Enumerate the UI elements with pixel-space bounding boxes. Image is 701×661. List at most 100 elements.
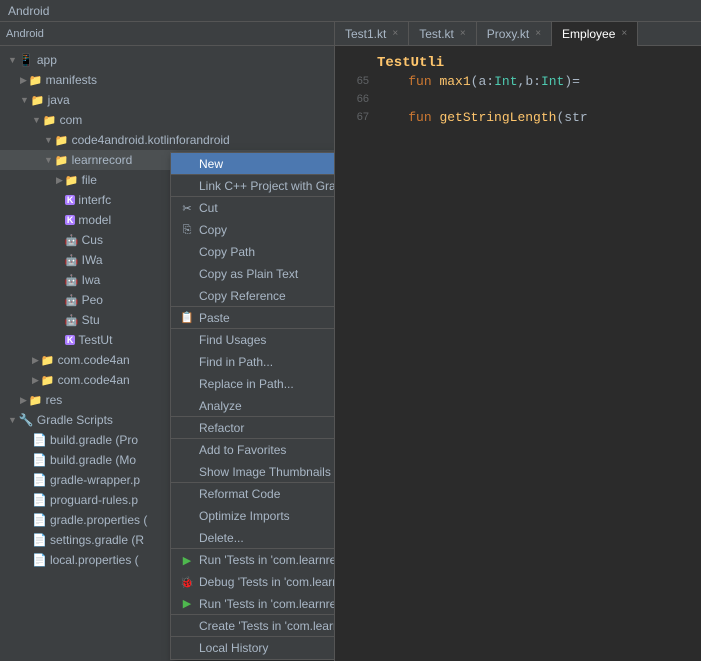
android-icon: 🤖 <box>65 274 79 287</box>
menu-label: Create 'Tests in 'com.learnrecord''... <box>199 619 335 633</box>
expand-arrow: ▶ <box>20 75 27 86</box>
expand-arrow: ▼ <box>32 115 41 125</box>
tree-item-app[interactable]: ▼ 📱 app <box>0 50 334 70</box>
tab-label: Test1.kt <box>345 27 386 41</box>
gradle-icon: 📄 <box>32 553 47 567</box>
menu-label: Cut <box>199 201 218 215</box>
gradle-icon: 📄 <box>32 473 47 487</box>
tree-item-manifests[interactable]: ▶ 📁 manifests <box>0 70 334 90</box>
menu-label: Local History <box>199 641 268 655</box>
menu-label: Copy Path <box>199 245 255 259</box>
tree-label: local.properties ( <box>50 553 139 567</box>
menu-item-delete[interactable]: Delete... Delete <box>171 527 335 549</box>
menu-item-new[interactable]: New ▶ <box>171 153 335 175</box>
menu-label: Debug 'Tests in 'com.learnrecord'' <box>199 575 335 589</box>
menu-item-copy-path[interactable]: Copy Path Ctrl+Shift+C <box>171 241 335 263</box>
menu-item-thumbnails[interactable]: Show Image Thumbnails <box>171 461 335 483</box>
menu-item-run-coverage[interactable]: ▶ Run 'Tests in 'com.learnrecord'' with … <box>171 593 335 615</box>
menu-item-copy[interactable]: ⎘ Copy Ctrl+C <box>171 219 335 241</box>
editor-line-67: 67 fun getStringLength(str <box>335 108 701 126</box>
expand-arrow: ▼ <box>44 155 53 165</box>
line-num: 66 <box>339 93 369 105</box>
tree-label: com.code4an <box>58 353 130 367</box>
line-num: 67 <box>339 111 369 123</box>
tree-label: Gradle Scripts <box>37 413 113 427</box>
tree-label: settings.gradle (R <box>50 533 144 547</box>
expand-arrow: ▼ <box>8 55 17 65</box>
menu-item-refactor[interactable]: Refactor ▶ <box>171 417 335 439</box>
tab-close[interactable]: × <box>392 28 398 39</box>
tree-label: gradle.properties ( <box>50 513 147 527</box>
expand-arrow: ▶ <box>32 375 39 386</box>
tab-employee[interactable]: Employee × <box>552 22 638 46</box>
menu-item-create-tests[interactable]: Create 'Tests in 'com.learnrecord''... <box>171 615 335 637</box>
tab-close[interactable]: × <box>535 28 541 39</box>
menu-label: Run 'Tests in 'com.learnrecord'' with Co… <box>199 597 335 611</box>
expand-arrow: ▼ <box>20 95 29 105</box>
tree-label: file <box>82 173 97 187</box>
tab-close[interactable]: × <box>621 28 627 39</box>
copy-icon: ⎘ <box>179 224 195 237</box>
tab-test1[interactable]: Test1.kt × <box>335 22 409 46</box>
menu-label: Find Usages <box>199 333 266 347</box>
menu-label: Show Image Thumbnails <box>199 465 331 479</box>
tree-label: build.gradle (Mo <box>50 453 136 467</box>
tree-item-code4android[interactable]: ▼ 📁 code4android.kotlinforandroid <box>0 130 334 150</box>
title-bar-text: Android <box>8 4 49 18</box>
folder-icon: 📁 <box>41 354 55 367</box>
tree-label: app <box>37 53 57 67</box>
menu-label: Analyze <box>199 399 242 413</box>
android-icon: 🤖 <box>65 314 79 327</box>
expand-arrow: ▶ <box>32 355 39 366</box>
sidebar-header-label: Android <box>6 28 44 40</box>
tree-item-java[interactable]: ▼ 📁 java <box>0 90 334 110</box>
tree-label: build.gradle (Pro <box>50 433 138 447</box>
tree-item-com[interactable]: ▼ 📁 com <box>0 110 334 130</box>
tab-label: Employee <box>562 27 615 41</box>
line-code: TestUtli <box>377 55 444 71</box>
menu-item-find-usages[interactable]: Find Usages Ctrl+G <box>171 329 335 351</box>
tab-label: Test.kt <box>419 27 454 41</box>
menu-item-optimize[interactable]: Optimize Imports Ctrl+Alt+O <box>171 505 335 527</box>
menu-label: Copy <box>199 223 227 237</box>
tab-close[interactable]: × <box>460 28 466 39</box>
tree-label: com <box>60 113 83 127</box>
menu-item-replace-path[interactable]: Replace in Path... <box>171 373 335 395</box>
menu-item-favorites[interactable]: Add to Favorites <box>171 439 335 461</box>
editor-content: TestUtli 65 fun max1(a:Int,b:Int)= 66 67 <box>335 46 701 134</box>
menu-item-copy-plain[interactable]: Copy as Plain Text <box>171 263 335 285</box>
folder-icon: 📁 <box>41 374 55 387</box>
menu-item-link-cpp[interactable]: Link C++ Project with Gradle <box>171 175 335 197</box>
tree-label: interfc <box>78 193 111 207</box>
editor-area: Test1.kt × Test.kt × Proxy.kt × Employee… <box>335 22 701 661</box>
menu-item-paste[interactable]: 📋 Paste Ctrl+V <box>171 307 335 329</box>
menu-label: Copy Reference <box>199 289 286 303</box>
title-bar: Android <box>0 0 701 22</box>
menu-label: Link C++ Project with Gradle <box>199 179 335 193</box>
menu-label: Find in Path... <box>199 355 273 369</box>
tree-label: com.code4an <box>58 373 130 387</box>
tree-label: res <box>46 393 63 407</box>
editor-tabs: Test1.kt × Test.kt × Proxy.kt × Employee… <box>335 22 701 46</box>
tree-label: Cus <box>82 233 103 247</box>
menu-label: Add to Favorites <box>199 443 286 457</box>
editor-line-65: 65 fun max1(a:Int,b:Int)= <box>335 72 701 90</box>
paste-icon: 📋 <box>179 311 195 324</box>
menu-item-copy-ref[interactable]: Copy Reference Ctrl+Alt+Shift+C <box>171 285 335 307</box>
gradle-icon: 📄 <box>32 513 47 527</box>
tree-label: model <box>78 213 111 227</box>
menu-label: Refactor <box>199 421 244 435</box>
menu-item-local-history[interactable]: Local History ▶ <box>171 637 335 659</box>
tab-test[interactable]: Test.kt × <box>409 22 477 46</box>
menu-item-reformat[interactable]: Reformat Code Ctrl+Alt+L <box>171 483 335 505</box>
menu-label: Optimize Imports <box>199 509 290 523</box>
menu-item-debug-tests[interactable]: 🐞 Debug 'Tests in 'com.learnrecord'' <box>171 571 335 593</box>
sidebar: Android ▼ 📱 app ▶ 📁 manifests ▼ 📁 java <box>0 22 335 661</box>
menu-item-find-path[interactable]: Find in Path... Ctrl+H <box>171 351 335 373</box>
menu-item-analyze[interactable]: Analyze ▶ <box>171 395 335 417</box>
tab-proxy[interactable]: Proxy.kt × <box>477 22 552 46</box>
menu-item-cut[interactable]: ✂ Cut Ctrl+X <box>171 197 335 219</box>
kotlin-icon: K <box>65 335 76 346</box>
tree-label: proguard-rules.p <box>50 493 138 507</box>
menu-item-run-tests[interactable]: ▶ Run 'Tests in 'com.learnrecord'' Ctrl+… <box>171 549 335 571</box>
